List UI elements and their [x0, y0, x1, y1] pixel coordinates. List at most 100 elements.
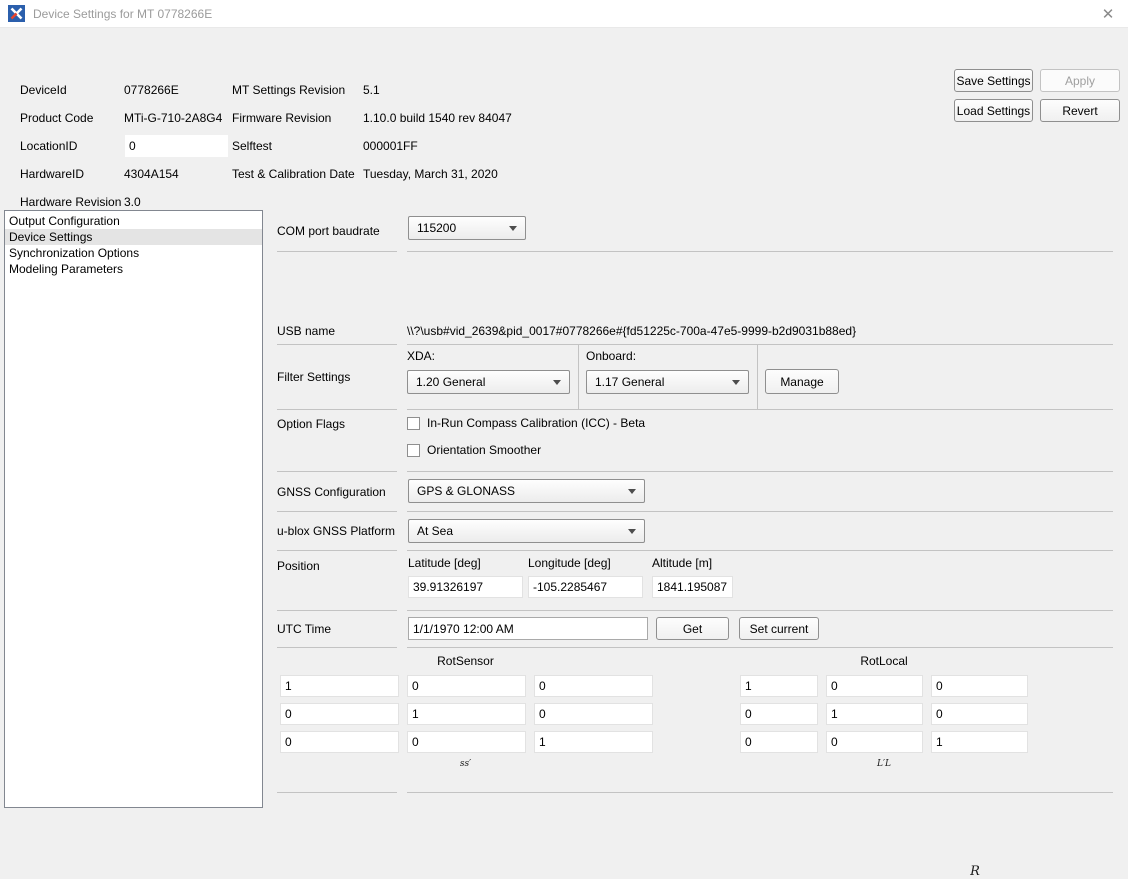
rotsensor-notation: ss′R: [280, 759, 651, 775]
save-settings-button[interactable]: Save Settings: [954, 69, 1033, 92]
bottom-divider: [277, 792, 1113, 793]
firmware-revision-value: 1.10.0 build 1540 rev 84047: [363, 111, 512, 125]
orientation-smoother-checkbox[interactable]: [407, 444, 420, 457]
ublox-gnss-platform-label: u-blox GNSS Platform: [277, 512, 397, 551]
latitude-label: Latitude [deg]: [408, 556, 481, 570]
sidebar-item-synchronization-options[interactable]: Synchronization Options: [5, 245, 262, 261]
hardwareid-value: 4304A154: [124, 167, 229, 181]
latitude-field[interactable]: [408, 576, 523, 598]
revert-button[interactable]: Revert: [1040, 99, 1120, 122]
rotsensor-title: RotSensor: [280, 654, 651, 668]
rotsensor-cell-0-2[interactable]: [534, 675, 653, 697]
mt-settings-revision-value: 5.1: [363, 83, 512, 97]
load-settings-button[interactable]: Load Settings: [954, 99, 1033, 122]
settings-category-list: Output Configuration Device Settings Syn…: [4, 210, 263, 808]
device-settings-panel: COM port baudrate 115200 USB name \\?\us…: [277, 210, 1113, 793]
close-icon[interactable]: ✕: [1096, 2, 1120, 26]
orientation-smoother-checkbox-label: Orientation Smoother: [427, 443, 541, 457]
hardware-revision-value: 3.0: [124, 195, 229, 209]
onboard-label: Onboard:: [586, 349, 750, 363]
utc-get-button[interactable]: Get: [656, 617, 729, 640]
xda-filter-value: 1.20 General: [416, 375, 485, 389]
deviceid-value: 0778266E: [124, 83, 229, 97]
rotsensor-cell-2-2[interactable]: [534, 731, 653, 753]
com-port-baudrate-select[interactable]: 115200: [408, 216, 526, 240]
rotsensor-cell-1-2[interactable]: [534, 703, 653, 725]
altitude-label: Altitude [m]: [652, 556, 712, 570]
utc-set-current-button[interactable]: Set current: [739, 617, 819, 640]
com-port-baudrate-label: COM port baudrate: [277, 210, 397, 252]
chevron-down-icon: [732, 380, 740, 385]
ublox-gnss-platform-select[interactable]: At Sea: [408, 519, 645, 543]
hardwareid-label: HardwareID: [20, 167, 124, 181]
gnss-configuration-label: GNSS Configuration: [277, 472, 397, 512]
rotsensor-cell-2-0[interactable]: [280, 731, 399, 753]
rotlocal-cell-1-0[interactable]: [740, 703, 818, 725]
onboard-filter-value: 1.17 General: [595, 375, 664, 389]
mt-settings-revision-label: MT Settings Revision: [232, 83, 363, 97]
deviceid-label: DeviceId: [20, 83, 124, 97]
rotsensor-cell-1-0[interactable]: [280, 703, 399, 725]
sidebar-item-device-settings[interactable]: Device Settings: [5, 229, 262, 245]
position-label: Position: [277, 551, 397, 611]
test-calibration-date-label: Test & Calibration Date: [232, 167, 363, 181]
xda-filter-select[interactable]: 1.20 General: [407, 370, 570, 394]
rotsensor-cell-0-0[interactable]: [280, 675, 399, 697]
usb-name-value: \\?\usb#vid_2639&pid_0017#0778266e#{fd51…: [407, 324, 856, 338]
rotsensor-cell-2-1[interactable]: [407, 731, 526, 753]
device-info-right: MT Settings Revision 5.1 Firmware Revisi…: [232, 76, 512, 188]
window-title: Device Settings for MT 0778266E: [33, 7, 212, 21]
vertical-divider: [578, 345, 579, 409]
app-logo-icon: [8, 5, 25, 22]
utc-time-label: UTC Time: [277, 611, 397, 648]
product-code-label: Product Code: [20, 111, 124, 125]
sidebar-item-modeling-parameters[interactable]: Modeling Parameters: [5, 261, 262, 277]
altitude-field[interactable]: [652, 576, 733, 598]
gnss-configuration-select[interactable]: GPS & GLONASS: [408, 479, 645, 503]
locationid-label: LocationID: [20, 139, 124, 153]
rotlocal-notation: L′LR: [740, 759, 1028, 775]
selftest-label: Selftest: [232, 139, 363, 153]
orientation-smoother-checkbox-row[interactable]: Orientation Smoother: [407, 443, 1113, 457]
rotlocal-title: RotLocal: [740, 654, 1028, 668]
longitude-field[interactable]: [528, 576, 643, 598]
rotation-matrices: RotSensor ss′R RotLocal: [277, 648, 1113, 790]
rotlocal-cell-0-0[interactable]: [740, 675, 818, 697]
rotlocal-cell-1-2[interactable]: [931, 703, 1028, 725]
rotlocal-cell-1-1[interactable]: [826, 703, 923, 725]
option-flags-label: Option Flags: [277, 410, 397, 472]
chevron-down-icon: [628, 489, 636, 494]
manage-filters-button[interactable]: Manage: [765, 369, 839, 394]
rotlocal-cell-0-1[interactable]: [826, 675, 923, 697]
device-info-left: DeviceId 0778266E Product Code MTi-G-710…: [20, 76, 229, 216]
spacer: [277, 252, 1113, 318]
icc-checkbox-label: In-Run Compass Calibration (ICC) - Beta: [427, 416, 645, 430]
utc-time-field[interactable]: [408, 617, 648, 640]
vertical-divider: [757, 345, 758, 409]
firmware-revision-label: Firmware Revision: [232, 111, 363, 125]
rotsensor-cell-1-1[interactable]: [407, 703, 526, 725]
rotsensor-cell-0-1[interactable]: [407, 675, 526, 697]
hardware-revision-label: Hardware Revision: [20, 195, 124, 209]
apply-button[interactable]: Apply: [1040, 69, 1120, 92]
icc-checkbox[interactable]: [407, 417, 420, 430]
rotlocal-cell-0-2[interactable]: [931, 675, 1028, 697]
longitude-label: Longitude [deg]: [528, 556, 611, 570]
title-bar: Device Settings for MT 0778266E ✕: [0, 0, 1128, 28]
test-calibration-date-value: Tuesday, March 31, 2020: [363, 167, 512, 181]
com-port-baudrate-value: 115200: [417, 221, 456, 235]
locationid-field[interactable]: [124, 134, 229, 158]
onboard-filter-select[interactable]: 1.17 General: [586, 370, 749, 394]
xda-label: XDA:: [407, 349, 571, 363]
rotlocal-cell-2-0[interactable]: [740, 731, 818, 753]
sidebar-item-output-configuration[interactable]: Output Configuration: [5, 213, 262, 229]
rotlocal-cell-2-1[interactable]: [826, 731, 923, 753]
ublox-gnss-platform-value: At Sea: [417, 524, 453, 538]
usb-name-label: USB name: [277, 318, 397, 345]
selftest-value: 000001FF: [363, 139, 512, 153]
icc-checkbox-row[interactable]: In-Run Compass Calibration (ICC) - Beta: [407, 416, 1113, 430]
chevron-down-icon: [509, 226, 517, 231]
rotlocal-cell-2-2[interactable]: [931, 731, 1028, 753]
chevron-down-icon: [628, 529, 636, 534]
filter-settings-label: Filter Settings: [277, 345, 397, 410]
